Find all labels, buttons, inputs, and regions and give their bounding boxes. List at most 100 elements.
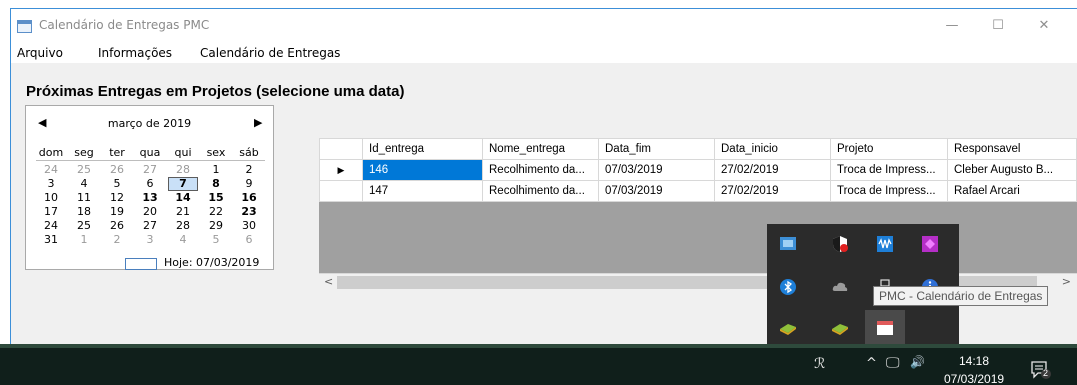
calendar-day[interactable]: 3 — [135, 234, 165, 246]
calendar-day[interactable]: 1 — [201, 164, 231, 176]
calendar-weekday: qua — [139, 146, 161, 159]
network-status-icon[interactable] — [779, 235, 797, 253]
column-header[interactable]: Responsavel — [947, 138, 1077, 160]
table-cell[interactable]: Troca de Impress... — [830, 180, 948, 202]
calendar-day[interactable]: 29 — [201, 220, 231, 232]
table-cell[interactable]: 146 — [362, 159, 483, 181]
calendar-weekday: ter — [109, 146, 125, 159]
network-icon[interactable]: 🖵 — [886, 355, 900, 371]
deliveries-grid[interactable]: Id_entrega Nome_entrega Data_fim Data_in… — [319, 138, 1077, 290]
calendar-day[interactable]: 2 — [102, 234, 132, 246]
calendar-day[interactable]: 4 — [168, 234, 198, 246]
calendar-day[interactable]: 24 — [36, 164, 66, 176]
table-cell[interactable]: 07/03/2019 — [598, 180, 715, 202]
clock-date[interactable]: 07/03/2019 — [944, 372, 1004, 385]
scroll-left-button[interactable]: < — [324, 275, 333, 288]
table-cell[interactable]: Recolhimento da... — [482, 159, 599, 181]
column-header[interactable]: Id_entrega — [362, 138, 483, 160]
calendar-day[interactable]: 10 — [36, 192, 66, 204]
calendar-day[interactable]: 25 — [69, 164, 99, 176]
calendar-day[interactable]: 13 — [135, 192, 165, 204]
column-header[interactable]: Data_fim — [598, 138, 715, 160]
bluetooth-icon[interactable] — [779, 278, 797, 296]
calendar-day[interactable]: 28 — [168, 220, 198, 232]
maximize-button[interactable]: ☐ — [975, 9, 1021, 41]
calendar-day[interactable]: 25 — [69, 220, 99, 232]
table-cell[interactable]: Recolhimento da... — [482, 180, 599, 202]
calendar-day[interactable]: 4 — [69, 178, 99, 190]
calendar-day[interactable]: 27 — [135, 164, 165, 176]
calendar-day[interactable]: 5 — [102, 178, 132, 190]
calendar-day[interactable]: 3 — [36, 178, 66, 190]
today-label[interactable]: Hoje: 07/03/2019 — [164, 256, 259, 269]
cloud-icon[interactable] — [831, 278, 849, 296]
calendar-day[interactable]: 1 — [69, 234, 99, 246]
column-header[interactable]: Data_inicio — [714, 138, 831, 160]
calendar-day[interactable]: 30 — [234, 220, 264, 232]
table-cell[interactable]: 27/02/2019 — [714, 180, 831, 202]
table-cell[interactable]: 07/03/2019 — [598, 159, 715, 181]
calendar-weekday: sex — [206, 146, 226, 159]
calendar-day[interactable]: 8 — [201, 178, 231, 190]
people-icon[interactable]: ℛ — [814, 356, 825, 372]
calendar-day[interactable]: 2 — [234, 164, 264, 176]
green-app-icon[interactable] — [779, 319, 797, 337]
column-header[interactable]: Nome_entrega — [482, 138, 599, 160]
table-cell[interactable]: Troca de Impress... — [830, 159, 948, 181]
month-calendar[interactable]: ◀ março de 2019 ▶ dom seg ter qua qui sex sáb … — [25, 105, 274, 270]
purple-app-icon[interactable] — [921, 235, 939, 253]
calendar-day[interactable]: 26 — [102, 164, 132, 176]
calendar-day[interactable]: 9 — [234, 178, 264, 190]
show-hidden-icons-chevron-icon[interactable]: ^ — [866, 356, 877, 371]
scroll-right-button[interactable]: > — [1062, 275, 1071, 288]
audio-wave-icon[interactable] — [876, 235, 894, 253]
calendar-next-button[interactable]: ▶ — [254, 116, 262, 129]
calendar-day[interactable]: 17 — [36, 206, 66, 218]
notifications-count: 2 — [1043, 368, 1049, 378]
volume-icon[interactable]: 🔊 — [910, 355, 925, 369]
calendar-day[interactable]: 23 — [234, 206, 264, 218]
table-row[interactable]: 147 Recolhimento da... 07/03/2019 27/02/… — [319, 180, 1077, 202]
menu-arquivo[interactable]: Arquivo — [17, 46, 63, 60]
calendar-month-label[interactable]: março de 2019 — [26, 117, 273, 130]
calendar-day[interactable]: 27 — [135, 220, 165, 232]
minimize-button[interactable]: — — [929, 9, 975, 41]
calendar-day[interactable]: 22 — [201, 206, 231, 218]
menu-calendario-entregas[interactable]: Calendário de Entregas — [200, 46, 340, 60]
calendar-day[interactable]: 14 — [168, 192, 198, 204]
calendar-day-selected[interactable]: 7 — [168, 177, 198, 191]
table-cell[interactable]: 147 — [362, 180, 483, 202]
calendar-day[interactable]: 20 — [135, 206, 165, 218]
calendar-day[interactable]: 6 — [234, 234, 264, 246]
calendar-day[interactable]: 5 — [201, 234, 231, 246]
calendar-app-icon[interactable] — [876, 319, 894, 337]
calendar-weekday: seg — [74, 146, 94, 159]
table-row[interactable]: ▶ 146 Recolhimento da... 07/03/2019 27/0… — [319, 159, 1077, 181]
close-button[interactable]: ✕ — [1021, 9, 1067, 41]
calendar-day[interactable]: 21 — [168, 206, 198, 218]
calendar-day[interactable]: 15 — [201, 192, 231, 204]
calendar-day[interactable]: 11 — [69, 192, 99, 204]
calendar-day[interactable]: 19 — [102, 206, 132, 218]
clock-time[interactable]: 14:18 — [959, 354, 989, 368]
calendar-day[interactable]: 6 — [135, 178, 165, 190]
calendar-day[interactable]: 31 — [36, 234, 66, 246]
calendar-day[interactable]: 18 — [69, 206, 99, 218]
notifications-icon[interactable] — [1030, 360, 1052, 380]
page-heading: Próximas Entregas em Projetos (selecione… — [26, 83, 405, 100]
table-cell[interactable]: 27/02/2019 — [714, 159, 831, 181]
calendar-day[interactable]: 12 — [102, 192, 132, 204]
calendar-day[interactable]: 24 — [36, 220, 66, 232]
calendar-day[interactable]: 26 — [102, 220, 132, 232]
calendar-day[interactable]: 28 — [168, 164, 198, 176]
table-cell[interactable]: Rafael Arcari — [947, 180, 1077, 202]
current-row-marker[interactable]: ▶ — [319, 159, 363, 181]
menu-informacoes[interactable]: Informações — [98, 46, 172, 60]
table-cell[interactable]: Cleber Augusto B... — [947, 159, 1077, 181]
menu-bar: Arquivo Informações Calendário de Entreg… — [11, 41, 1077, 63]
calendar-day[interactable]: 16 — [234, 192, 264, 204]
green-app-icon-2[interactable] — [831, 319, 849, 337]
shield-icon[interactable] — [831, 235, 849, 253]
row-header[interactable] — [319, 180, 363, 202]
column-header[interactable]: Projeto — [830, 138, 948, 160]
